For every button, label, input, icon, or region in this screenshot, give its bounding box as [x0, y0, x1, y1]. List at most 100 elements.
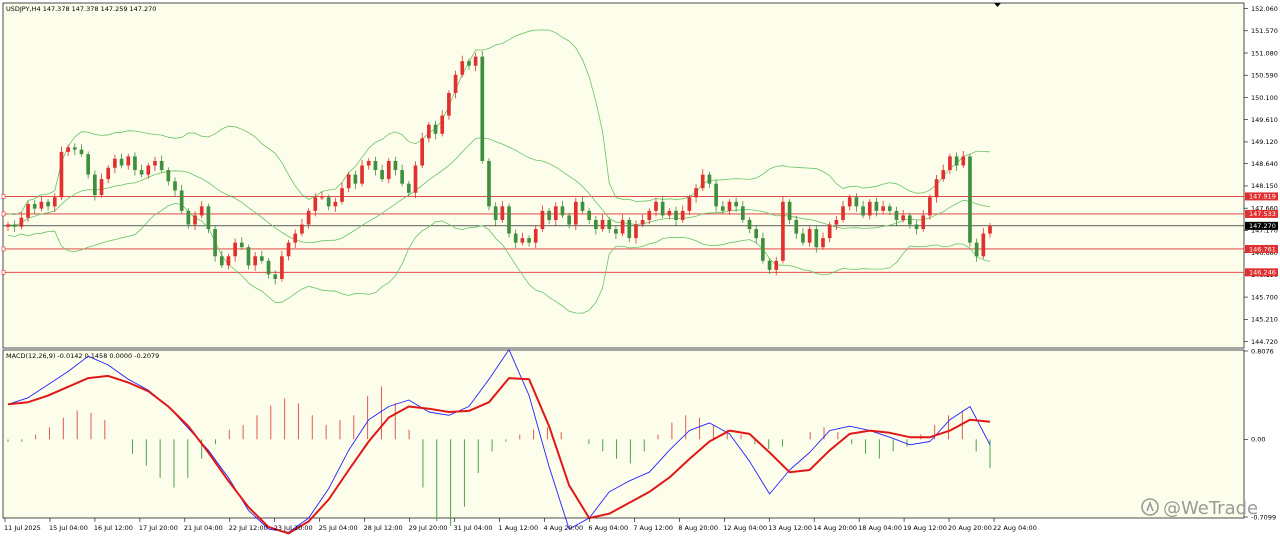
candle-body[interactable] — [433, 124, 438, 134]
candle-body[interactable] — [39, 201, 44, 209]
candle-body[interactable] — [934, 179, 939, 198]
candle-body[interactable] — [547, 210, 551, 220]
candle-body[interactable] — [453, 74, 458, 93]
candle-body[interactable] — [580, 201, 585, 211]
candle-body[interactable] — [333, 201, 338, 207]
candle-body[interactable] — [373, 160, 378, 171]
candle-body[interactable] — [159, 160, 164, 171]
candle-body[interactable] — [981, 233, 986, 257]
candle-body[interactable] — [513, 233, 518, 243]
candle-body[interactable] — [567, 215, 571, 225]
candle-body[interactable] — [901, 215, 905, 220]
candle-body[interactable] — [587, 210, 592, 220]
candle-body[interactable] — [887, 206, 892, 211]
candle-body[interactable] — [794, 219, 799, 234]
candle-body[interactable] — [774, 260, 779, 270]
candle-body[interactable] — [740, 206, 745, 220]
candle-body[interactable] — [660, 201, 665, 216]
candle-body[interactable] — [627, 219, 632, 239]
candle-body[interactable] — [353, 174, 358, 184]
candle-body[interactable] — [113, 158, 117, 168]
candle-body[interactable] — [133, 156, 137, 171]
candle-body[interactable] — [393, 160, 398, 171]
candle-body[interactable] — [32, 204, 37, 209]
candle-body[interactable] — [406, 183, 411, 193]
candle-body[interactable] — [273, 274, 278, 279]
candle-body[interactable] — [260, 256, 264, 261]
candle-body[interactable] — [460, 61, 465, 75]
candle-body[interactable] — [126, 156, 131, 166]
candle-body[interactable] — [6, 224, 10, 227]
candle-body[interactable] — [106, 167, 111, 180]
candle-body[interactable] — [400, 170, 404, 184]
candle-body[interactable] — [219, 256, 224, 266]
candle-body[interactable] — [734, 201, 738, 207]
candle-body[interactable] — [533, 229, 538, 243]
candle-body[interactable] — [286, 242, 291, 257]
candle-body[interactable] — [199, 206, 204, 216]
candle-body[interactable] — [694, 188, 698, 198]
candle-body[interactable] — [667, 210, 672, 216]
candle-body[interactable] — [974, 242, 979, 257]
candle-body[interactable] — [827, 224, 832, 239]
candle-body[interactable] — [801, 233, 805, 243]
candle-body[interactable] — [173, 181, 177, 191]
candle-body[interactable] — [467, 61, 471, 66]
candle-body[interactable] — [447, 92, 451, 116]
candle-body[interactable] — [206, 206, 211, 230]
candle-body[interactable] — [427, 124, 431, 139]
candle-body[interactable] — [26, 204, 30, 218]
candle-body[interactable] — [954, 156, 959, 166]
candle-body[interactable] — [787, 201, 792, 220]
candle-body[interactable] — [714, 183, 718, 207]
candle-body[interactable] — [487, 160, 491, 207]
candle-body[interactable] — [326, 197, 331, 207]
candle-body[interactable] — [293, 233, 298, 243]
macd-panel[interactable] — [2, 349, 1245, 519]
candle-body[interactable] — [246, 247, 251, 266]
candle-body[interactable] — [841, 206, 845, 220]
candle-body[interactable] — [166, 170, 171, 182]
candle-body[interactable] — [266, 260, 271, 275]
candle-body[interactable] — [907, 215, 912, 225]
candle-body[interactable] — [707, 174, 712, 184]
candle-body[interactable] — [500, 206, 505, 220]
candle-body[interactable] — [72, 147, 77, 150]
candle-body[interactable] — [674, 210, 678, 220]
candle-body[interactable] — [119, 158, 124, 166]
candle-body[interactable] — [93, 174, 97, 196]
candle-body[interactable] — [600, 219, 605, 230]
candle-body[interactable] — [19, 217, 24, 227]
candle-body[interactable] — [12, 224, 17, 227]
candle-body[interactable] — [928, 197, 932, 216]
candle-body[interactable] — [754, 229, 759, 239]
candle-body[interactable] — [680, 210, 685, 220]
candle-body[interactable] — [186, 210, 191, 225]
level-handle[interactable] — [1, 270, 6, 275]
candle-body[interactable] — [300, 224, 304, 234]
candle-body[interactable] — [527, 238, 531, 243]
candle-body[interactable] — [280, 256, 284, 279]
candle-body[interactable] — [894, 210, 899, 220]
candle-body[interactable] — [226, 256, 231, 266]
candle-body[interactable] — [640, 219, 645, 225]
candle-body[interactable] — [988, 225, 992, 234]
candle-body[interactable] — [767, 260, 772, 270]
candle-body[interactable] — [560, 206, 565, 216]
candle-body[interactable] — [807, 229, 812, 243]
candle-body[interactable] — [700, 174, 705, 189]
candle-body[interactable] — [814, 229, 819, 248]
candle-body[interactable] — [614, 229, 618, 234]
candle-body[interactable] — [647, 210, 652, 220]
candle-body[interactable] — [306, 210, 311, 225]
candle-body[interactable] — [634, 224, 638, 239]
candle-body[interactable] — [213, 229, 217, 257]
level-handle[interactable] — [1, 246, 6, 252]
candle-body[interactable] — [687, 197, 692, 211]
candle-body[interactable] — [961, 156, 966, 166]
candle-body[interactable] — [654, 201, 658, 211]
candle-body[interactable] — [86, 154, 91, 175]
candle-body[interactable] — [948, 156, 952, 171]
candle-body[interactable] — [179, 190, 184, 211]
candle-body[interactable] — [881, 206, 885, 211]
